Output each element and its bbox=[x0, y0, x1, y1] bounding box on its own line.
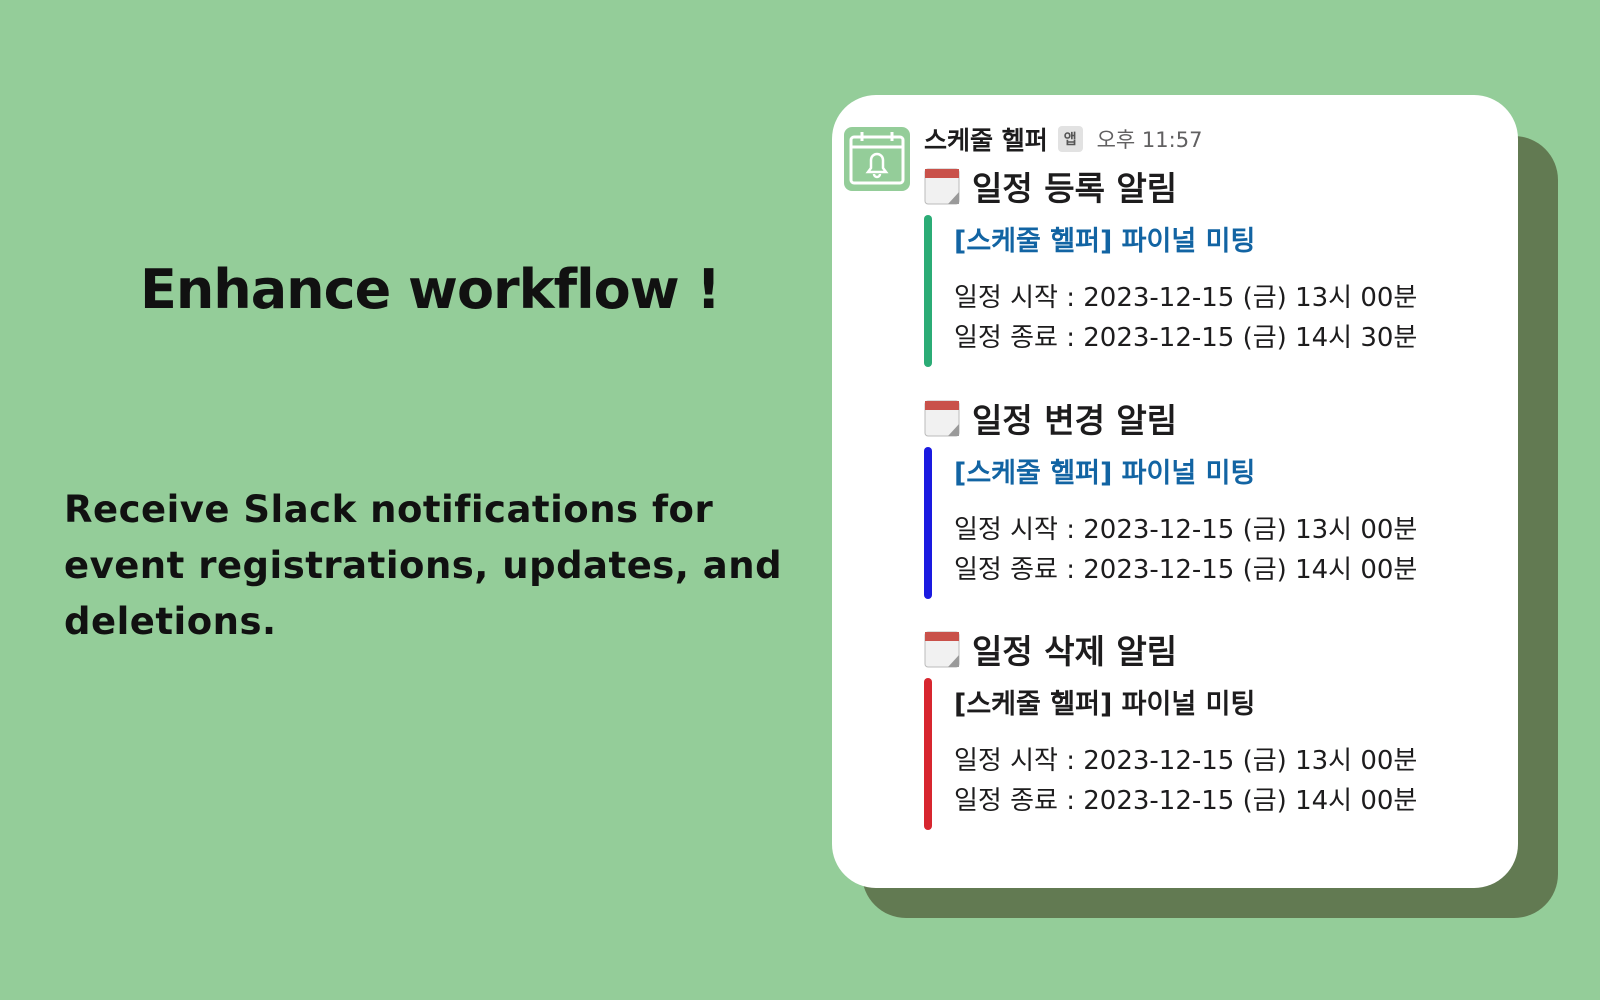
event-start: 일정 시작 : 2023-12-15 (금) 13시 00분 bbox=[954, 283, 1418, 313]
attachment-color-bar bbox=[924, 678, 932, 830]
message-timestamp[interactable]: 오후 11:57 bbox=[1097, 124, 1203, 154]
section-delete: 일정 삭제 알림 [스케줄 헬퍼] 파이널 미팅 일정 시작 : 2023-12… bbox=[924, 626, 1484, 830]
section-title: 일정 변경 알림 bbox=[924, 395, 1484, 441]
event-end: 일정 종료 : 2023-12-15 (금) 14시 00분 bbox=[954, 786, 1418, 816]
event-attachment: [스케줄 헬퍼] 파이널 미팅 일정 시작 : 2023-12-15 (금) 1… bbox=[924, 447, 1484, 599]
section-update: 일정 변경 알림 [스케줄 헬퍼] 파이널 미팅 일정 시작 : 2023-12… bbox=[924, 395, 1484, 599]
attachment-color-bar bbox=[924, 447, 932, 599]
message-header: 스케줄 헬퍼 앱 오후 11:57 bbox=[924, 121, 1202, 157]
headline: Enhance workflow ! bbox=[139, 258, 721, 321]
calendar-bell-icon[interactable] bbox=[844, 127, 910, 191]
section-title-text: 일정 삭제 알림 bbox=[972, 632, 1178, 671]
event-attachment: [스케줄 헬퍼] 파이널 미팅 일정 시작 : 2023-12-15 (금) 1… bbox=[924, 678, 1484, 830]
event-title[interactable]: [스케줄 헬퍼] 파이널 미팅 bbox=[954, 215, 1484, 258]
event-title[interactable]: [스케줄 헬퍼] 파이널 미팅 bbox=[954, 447, 1484, 490]
event-end: 일정 종료 : 2023-12-15 (금) 14시 00분 bbox=[954, 555, 1418, 585]
event-start: 일정 시작 : 2023-12-15 (금) 13시 00분 bbox=[954, 515, 1418, 545]
calendar-icon bbox=[924, 631, 960, 668]
event-end: 일정 종료 : 2023-12-15 (금) 14시 30분 bbox=[954, 323, 1418, 353]
section-register: 일정 등록 알림 [스케줄 헬퍼] 파이널 미팅 일정 시작 : 2023-12… bbox=[924, 163, 1484, 367]
calendar-icon bbox=[924, 168, 960, 205]
attachment-color-bar bbox=[924, 215, 932, 367]
app-badge: 앱 bbox=[1057, 126, 1083, 152]
event-start: 일정 시작 : 2023-12-15 (금) 13시 00분 bbox=[954, 746, 1418, 776]
calendar-icon bbox=[924, 400, 960, 437]
event-title: [스케줄 헬퍼] 파이널 미팅 bbox=[954, 689, 1256, 720]
section-title: 일정 삭제 알림 bbox=[924, 626, 1484, 672]
section-title-text: 일정 등록 알림 bbox=[972, 169, 1178, 208]
slack-message-card: 스케줄 헬퍼 앱 오후 11:57 일정 등록 알림 [스케줄 헬퍼] 파이널 … bbox=[832, 95, 1518, 888]
section-title-text: 일정 변경 알림 bbox=[972, 401, 1178, 440]
event-attachment: [스케줄 헬퍼] 파이널 미팅 일정 시작 : 2023-12-15 (금) 1… bbox=[924, 215, 1484, 367]
section-title: 일정 등록 알림 bbox=[924, 163, 1484, 209]
description: Receive Slack notifications for event re… bbox=[64, 488, 783, 643]
app-name[interactable]: 스케줄 헬퍼 bbox=[924, 121, 1048, 157]
